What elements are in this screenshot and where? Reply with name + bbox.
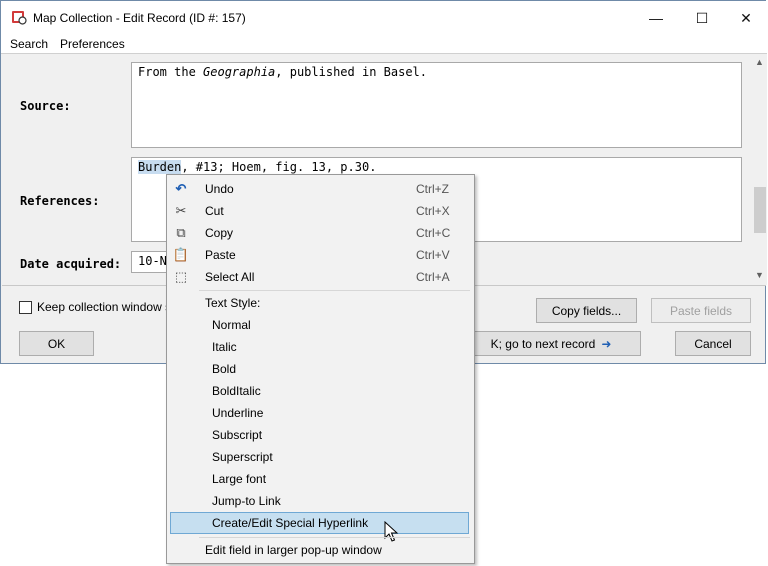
menu-item-label: BoldItalic <box>212 384 261 398</box>
copy-fields-button[interactable]: Copy fields... <box>536 298 637 323</box>
shortcut-label: Ctrl+V <box>416 248 450 262</box>
menu-item-label: Copy <box>205 226 234 240</box>
cut-icon: ✂ <box>175 203 187 218</box>
menu-item-italic[interactable]: Italic <box>167 336 474 358</box>
menu-item-normal[interactable]: Normal <box>167 314 474 336</box>
window-title: Map Collection - Edit Record (ID #: 157) <box>33 11 246 25</box>
menu-search[interactable]: Search <box>10 37 48 51</box>
menu-item-large-font[interactable]: Large font <box>167 468 474 490</box>
shortcut-label: Ctrl+A <box>416 270 450 284</box>
menu-item-label: Cut <box>205 204 224 218</box>
menu-item-underline[interactable]: Underline <box>167 402 474 424</box>
menu-item-subscript[interactable]: Subscript <box>167 424 474 446</box>
source-suffix: , published in Basel. <box>275 65 427 79</box>
shortcut-label: Ctrl+Z <box>416 182 449 196</box>
keep-window-checkbox[interactable] <box>19 301 32 314</box>
ok-button[interactable]: OK <box>19 331 94 356</box>
scrollbar-thumb[interactable] <box>754 187 766 233</box>
menu-item-jump-to-link[interactable]: Jump-to Link <box>167 490 474 512</box>
menu-item-select-all[interactable]: ⬚ Select All Ctrl+A <box>167 266 474 288</box>
scroll-up-icon[interactable]: ▲ <box>755 57 764 67</box>
references-rest: , #13; Hoem, fig. 13, p.30. <box>181 160 377 174</box>
menu-item-label: Normal <box>212 318 251 332</box>
menu-item-bold-italic[interactable]: BoldItalic <box>167 380 474 402</box>
menu-separator <box>199 537 470 538</box>
paste-fields-button[interactable]: Paste fields <box>651 298 751 323</box>
menu-item-bold[interactable]: Bold <box>167 358 474 380</box>
next-record-button[interactable]: K; go to next record ➜ <box>461 331 641 356</box>
menu-bar: Search Preferences <box>1 35 767 54</box>
menu-item-label: Edit field in larger pop-up window <box>205 543 382 557</box>
undo-icon: ↶ <box>175 181 187 196</box>
menu-item-label: Create/Edit Special Hyperlink <box>212 516 369 530</box>
source-label: Source: <box>20 99 71 113</box>
text-style-header: Text Style: <box>167 292 474 314</box>
close-button[interactable]: ✕ <box>723 1 768 35</box>
source-field[interactable]: From the Geographia, published in Basel. <box>131 62 742 148</box>
menu-item-cut[interactable]: ✂ Cut Ctrl+X <box>167 200 474 222</box>
next-record-label: K; go to next record <box>490 336 596 351</box>
title-bar[interactable]: Map Collection - Edit Record (ID #: 157)… <box>1 1 767 35</box>
scroll-down-icon[interactable]: ▼ <box>755 270 764 280</box>
menu-item-label: Bold <box>212 362 237 376</box>
menu-preferences[interactable]: Preferences <box>60 37 125 51</box>
cancel-button[interactable]: Cancel <box>675 331 751 356</box>
arrow-right-icon: ➜ <box>601 336 612 351</box>
maximize-button[interactable]: ☐ <box>679 1 725 35</box>
menu-item-label: Jump-to Link <box>212 494 281 508</box>
context-menu: ↶ Undo Ctrl+Z ✂ Cut Ctrl+X ⧉ Copy Ctrl+C… <box>166 174 475 564</box>
menu-item-label: Paste <box>205 248 236 262</box>
keep-window-label: Keep collection window s <box>37 300 172 314</box>
minimize-button[interactable]: — <box>633 1 679 35</box>
copy-icon: ⧉ <box>176 225 186 240</box>
selected-text: Burden <box>138 160 182 174</box>
menu-item-copy[interactable]: ⧉ Copy Ctrl+C <box>167 222 474 244</box>
source-italic: Geographia <box>203 65 276 79</box>
menu-item-superscript[interactable]: Superscript <box>167 446 474 468</box>
app-icon <box>12 11 27 25</box>
menu-item-label: Subscript <box>212 428 263 442</box>
vertical-scrollbar[interactable]: ▲ ▼ <box>752 54 767 285</box>
date-acquired-label: Date acquired: <box>20 257 122 271</box>
menu-item-label: Underline <box>212 406 264 420</box>
menu-item-special-hyperlink[interactable]: Create/Edit Special Hyperlink <box>170 512 469 534</box>
shortcut-label: Ctrl+X <box>416 204 450 218</box>
menu-item-label: Superscript <box>212 450 273 464</box>
menu-item-popup-edit[interactable]: Edit field in larger pop-up window <box>167 539 474 561</box>
menu-separator <box>199 290 470 291</box>
paste-icon: 📋 <box>172 247 190 262</box>
references-label: References: <box>20 194 100 208</box>
menu-item-undo[interactable]: ↶ Undo Ctrl+Z <box>167 178 474 200</box>
shortcut-label: Ctrl+C <box>416 226 451 240</box>
menu-item-paste[interactable]: 📋 Paste Ctrl+V <box>167 244 474 266</box>
source-prefix: From the <box>138 65 204 79</box>
text-style-label: Text Style: <box>205 296 261 310</box>
menu-item-label: Large font <box>212 472 267 486</box>
menu-item-label: Undo <box>205 182 234 196</box>
menu-item-label: Italic <box>212 340 237 354</box>
select-all-icon: ⬚ <box>174 269 188 284</box>
menu-item-label: Select All <box>205 270 255 284</box>
